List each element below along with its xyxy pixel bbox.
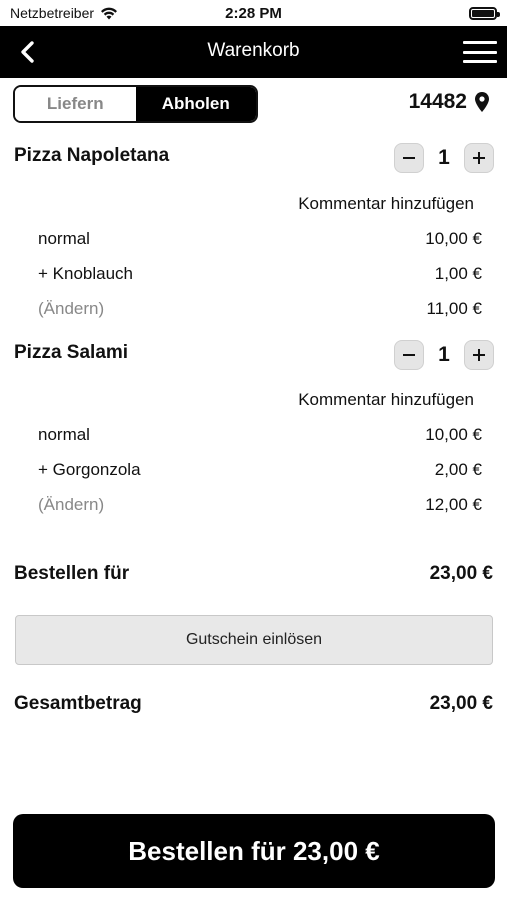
tab-liefern[interactable]: Liefern [15,87,136,121]
quantity-stepper: 1 [394,340,494,370]
item-line: (Ändern) 12,00 € [38,495,482,515]
place-order-button[interactable]: Bestellen für 23,00 € [13,814,495,888]
increase-quantity-button[interactable] [464,143,494,173]
quantity-value: 1 [438,343,450,366]
item-total-price: 12,00 € [425,495,482,514]
increase-quantity-button[interactable] [464,340,494,370]
subtotal-row: Bestellen für 23,00 € [14,563,493,585]
location-pin-icon [475,92,489,112]
item-line-price: 10,00 € [425,425,482,444]
redeem-voucher-button[interactable]: Gutschein einlösen [15,615,493,665]
cart-item-name: Pizza Salami [14,342,129,363]
status-bar: Netzbetreiber 2:28 PM [0,0,507,26]
page-title: Warenkorb [207,40,300,61]
quantity-stepper: 1 [394,143,494,173]
total-value: 23,00 € [429,693,493,714]
item-line-label: + Gorgonzola [38,460,141,479]
cart-item-name: Pizza Napoletana [14,145,170,166]
minus-icon [403,157,415,159]
delivery-mode-toggle: Liefern Abholen [13,85,258,123]
navigation-bar: Warenkorb [0,26,507,78]
item-line: normal 10,00 € [38,229,482,249]
item-line-price: 1,00 € [434,264,482,283]
item-line-price: 10,00 € [425,229,482,248]
plus-icon [473,349,485,361]
subtotal-label: Bestellen für [14,563,130,584]
postal-code: 14482 [408,90,467,113]
add-comment-link[interactable]: Kommentar hinzufügen [298,390,474,410]
total-label: Gesamtbetrag [14,693,142,714]
edit-item-link[interactable]: (Ändern) [38,495,104,515]
item-line: + Gorgonzola 2,00 € [38,460,482,480]
tab-abholen[interactable]: Abholen [135,87,256,121]
item-line-label: normal [38,425,90,444]
item-total-price: 11,00 € [426,299,482,318]
edit-item-link[interactable]: (Ändern) [38,299,104,319]
item-line-label: normal [38,229,90,248]
decrease-quantity-button[interactable] [394,340,424,370]
item-line-price: 2,00 € [434,460,482,479]
item-line: + Knoblauch 1,00 € [38,264,482,284]
subtotal-value: 23,00 € [429,563,493,584]
item-line: (Ändern) 11,00 € [38,299,482,319]
plus-icon [473,152,485,164]
clock: 2:28 PM [225,5,282,22]
minus-icon [403,354,415,356]
battery-icon [469,7,500,20]
postal-code-selector[interactable]: 14482 [409,90,489,114]
item-line: normal 10,00 € [38,425,482,445]
decrease-quantity-button[interactable] [394,143,424,173]
add-comment-link[interactable]: Kommentar hinzufügen [298,194,474,214]
quantity-value: 1 [438,146,450,169]
hamburger-menu-icon[interactable] [463,38,497,66]
total-row: Gesamtbetrag 23,00 € [14,693,493,715]
item-line-label: + Knoblauch [38,264,133,283]
